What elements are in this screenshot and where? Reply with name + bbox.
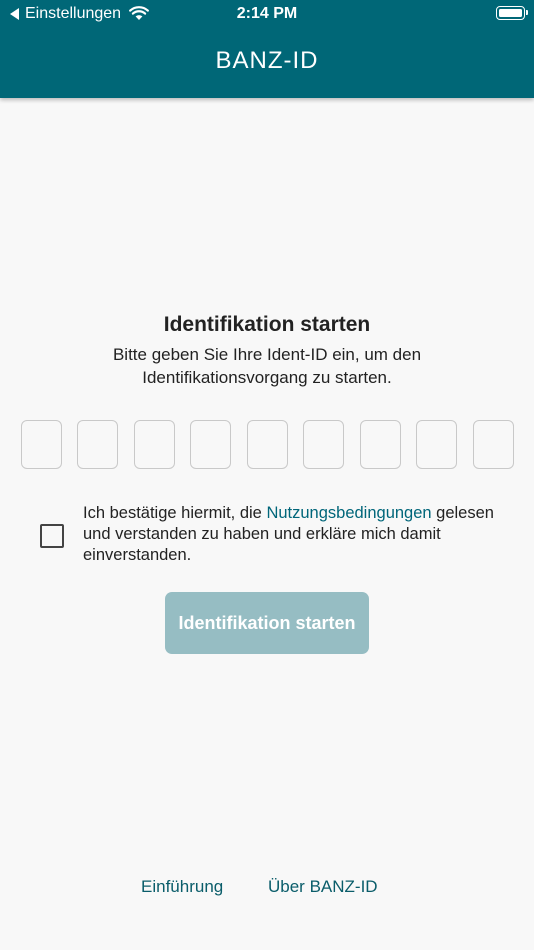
ident-id-input-group (21, 420, 514, 469)
status-bar: Einstellungen 2:14 PM (0, 0, 534, 28)
battery-icon (496, 6, 525, 20)
terms-text-prefix: Ich bestätige hiermit, die (83, 504, 267, 522)
ident-id-digit-1[interactable] (21, 420, 62, 469)
form-subtitle: Bitte geben Sie Ihre Ident-ID ein, um de… (112, 345, 422, 387)
app-header: Einstellungen 2:14 PM BANZ-ID (0, 0, 534, 98)
terms-of-use-link[interactable]: Nutzungsbedingungen (266, 504, 431, 522)
ident-id-digit-5[interactable] (247, 420, 288, 469)
start-identification-button[interactable]: Identifikation starten (165, 592, 369, 654)
battery-nub (526, 10, 528, 15)
ident-id-digit-8[interactable] (416, 420, 457, 469)
status-time: 2:14 PM (236, 5, 298, 22)
ident-id-digit-9[interactable] (473, 420, 514, 469)
form-heading: Identifikation starten (163, 313, 371, 336)
ident-id-digit-3[interactable] (134, 420, 175, 469)
about-banz-id-link[interactable]: Über BANZ-ID (268, 877, 378, 897)
ident-id-digit-6[interactable] (303, 420, 344, 469)
ident-id-digit-4[interactable] (190, 420, 231, 469)
terms-checkbox[interactable] (40, 524, 64, 548)
terms-text: Ich bestätige hiermit, die Nutzungsbedin… (83, 503, 503, 566)
introduction-link[interactable]: Einführung (141, 877, 223, 897)
page-title: BANZ-ID (215, 47, 319, 74)
ident-id-digit-7[interactable] (360, 420, 401, 469)
ident-id-digit-2[interactable] (77, 420, 118, 469)
